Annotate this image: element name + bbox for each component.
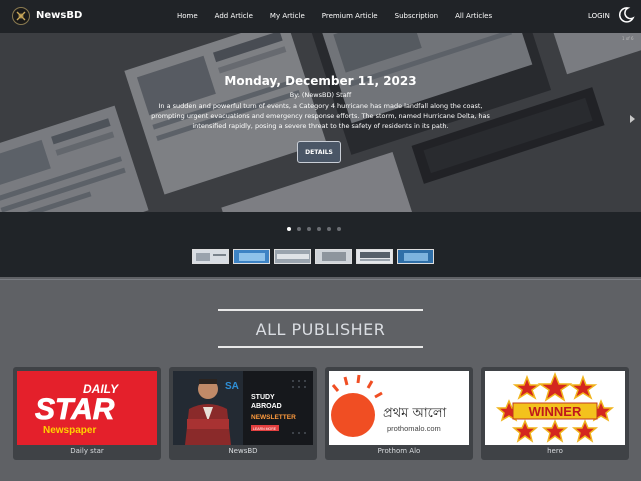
carousel-dot-1[interactable] bbox=[287, 227, 291, 231]
nav-home[interactable]: Home bbox=[177, 12, 198, 20]
carousel-thumbnails-area bbox=[0, 240, 641, 277]
brand-name[interactable]: NewsBD bbox=[36, 10, 82, 21]
thumbnail-2[interactable] bbox=[233, 249, 270, 264]
publisher-name: Daily star bbox=[70, 447, 104, 455]
thumbnail-4[interactable] bbox=[315, 249, 352, 264]
slide-description: In a sudden and powerful turn of events,… bbox=[151, 102, 490, 130]
publisher-card-prothom-alo[interactable]: প্রথম আলো prothomalo.com Prothom Alo bbox=[325, 367, 473, 460]
svg-text:STAR: STAR bbox=[35, 393, 115, 426]
publisher-name: Prothom Alo bbox=[377, 447, 421, 455]
svg-text:prothomalo.com: prothomalo.com bbox=[387, 424, 441, 433]
title-rule-bottom bbox=[218, 346, 423, 348]
publisher-section: ALL PUBLISHER DAILY STAR Newspaper Daily… bbox=[0, 279, 641, 481]
carousel-dot-4[interactable] bbox=[317, 227, 321, 231]
publisher-cards: DAILY STAR Newspaper Daily star SA STUDY… bbox=[13, 367, 629, 460]
svg-text:SA: SA bbox=[225, 381, 239, 392]
carousel-dot-5[interactable] bbox=[327, 227, 331, 231]
publisher-section-title: ALL PUBLISHER bbox=[255, 320, 386, 339]
svg-text:NEWSLETTER: NEWSLETTER bbox=[251, 414, 296, 421]
nav-premium-article[interactable]: Premium Article bbox=[322, 12, 378, 20]
top-navbar: NewsBD Home Add Article My Article Premi… bbox=[0, 0, 641, 33]
svg-text:WINNER: WINNER bbox=[529, 404, 582, 419]
main-menu: Home Add Article My Article Premium Arti… bbox=[177, 12, 509, 20]
slide-counter: 1 of 6 bbox=[622, 36, 634, 41]
slide-date: Monday, December 11, 2023 bbox=[224, 74, 417, 88]
svg-text:প্রথম আলো: প্রথম আলো bbox=[383, 406, 447, 421]
carousel-dot-3[interactable] bbox=[307, 227, 311, 231]
publisher-name: NewsBD bbox=[228, 447, 258, 455]
title-rule-top bbox=[218, 309, 423, 311]
prothom-alo-logo: প্রথম আলো prothomalo.com bbox=[329, 371, 469, 445]
thumbnail-3[interactable] bbox=[274, 249, 311, 264]
carousel-dots bbox=[287, 227, 341, 231]
hero-winner-logo: WINNER bbox=[485, 371, 625, 445]
slide-author: By: (NewsBD) Staff bbox=[289, 91, 352, 99]
carousel-dot-2[interactable] bbox=[297, 227, 301, 231]
svg-text:STUDY: STUDY bbox=[251, 394, 275, 401]
publisher-card-hero[interactable]: WINNER hero bbox=[481, 367, 629, 460]
publisher-name: hero bbox=[547, 447, 563, 455]
hero-carousel: 1 of 6 Monday, December 11, 2023 By: (Ne… bbox=[0, 33, 641, 212]
newsbd-logo: SA STUDY ABROAD NEWSLETTER LEARN MORE bbox=[173, 371, 313, 445]
nav-my-article[interactable]: My Article bbox=[270, 12, 305, 20]
nav-add-article[interactable]: Add Article bbox=[215, 12, 253, 20]
svg-text:ABROAD: ABROAD bbox=[251, 403, 282, 410]
nav-all-articles[interactable]: All Articles bbox=[455, 12, 492, 20]
publisher-card-daily-star[interactable]: DAILY STAR Newspaper Daily star bbox=[13, 367, 161, 460]
details-button[interactable]: DETAILS bbox=[297, 141, 341, 163]
login-link[interactable]: LOGIN bbox=[588, 12, 610, 20]
thumbnail-1[interactable] bbox=[192, 249, 229, 264]
carousel-dots-bar bbox=[0, 212, 641, 240]
daily-star-logo: DAILY STAR Newspaper bbox=[17, 371, 157, 445]
chevron-right-icon[interactable] bbox=[630, 115, 635, 123]
nav-subscription[interactable]: Subscription bbox=[395, 12, 439, 20]
carousel-thumbnails bbox=[192, 249, 434, 264]
publisher-card-newsbd[interactable]: SA STUDY ABROAD NEWSLETTER LEARN MORE Ne… bbox=[169, 367, 317, 460]
svg-text:Newspaper: Newspaper bbox=[43, 425, 96, 436]
moon-icon[interactable] bbox=[617, 6, 635, 28]
carousel-dot-6[interactable] bbox=[337, 227, 341, 231]
svg-text:LEARN MORE: LEARN MORE bbox=[253, 427, 277, 431]
thumbnail-5[interactable] bbox=[356, 249, 393, 264]
logo-icon[interactable] bbox=[12, 7, 30, 25]
thumbnail-6[interactable] bbox=[397, 249, 434, 264]
